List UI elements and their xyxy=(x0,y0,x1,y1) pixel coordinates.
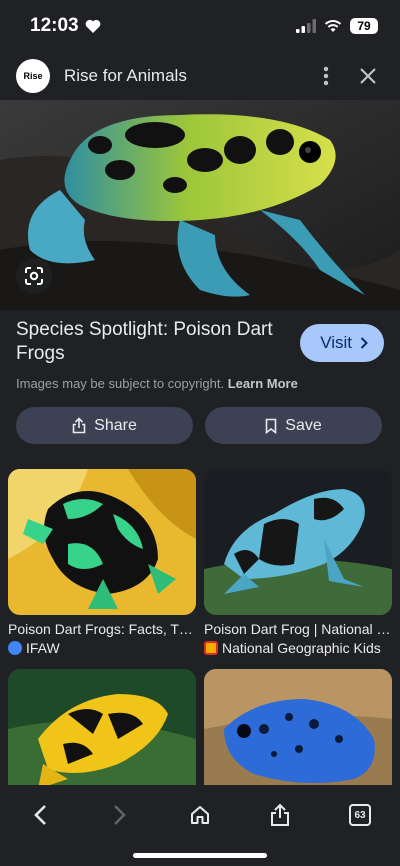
home-indicator xyxy=(133,853,267,858)
natgeo-favicon-icon xyxy=(204,641,218,655)
result-info: Species Spotlight: Poison Dart Frogs Vis… xyxy=(16,318,384,391)
visit-button[interactable]: Visit xyxy=(300,324,384,362)
signal-icon xyxy=(296,19,316,33)
wifi-icon xyxy=(324,20,342,32)
related-source[interactable]: National Geographic Kids xyxy=(204,640,392,656)
visit-label: Visit xyxy=(320,333,352,352)
poison-dart-frog-image xyxy=(0,100,400,310)
share-page-button[interactable] xyxy=(260,795,300,835)
title-row: Species Spotlight: Poison Dart Frogs Vis… xyxy=(16,318,384,366)
related-source-name: IFAW xyxy=(26,640,60,656)
close-icon xyxy=(360,68,376,84)
ifaw-favicon-icon xyxy=(8,641,22,655)
battery-level: 79 xyxy=(350,18,378,34)
google-lens-button[interactable] xyxy=(16,258,52,294)
close-button[interactable] xyxy=(352,60,384,92)
share-icon xyxy=(72,417,86,434)
status-time-group: 12:03 xyxy=(30,15,101,37)
copyright-text: Images may be subject to copyright. xyxy=(16,376,225,391)
status-bar: 12:03 79 xyxy=(0,0,400,52)
related-source-name: National Geographic Kids xyxy=(222,640,381,656)
hero-image[interactable] xyxy=(0,100,400,310)
action-row: Share Save xyxy=(16,407,382,444)
site-logo[interactable]: Rise xyxy=(16,59,50,93)
chevron-left-icon xyxy=(34,805,46,825)
share-label: Share xyxy=(94,416,137,434)
related-card[interactable]: Poison Dart Frogs: Facts, Threats & Cons… xyxy=(8,469,196,656)
forward-button[interactable] xyxy=(100,795,140,835)
save-label: Save xyxy=(285,416,322,434)
tab-switcher-button[interactable]: 63 xyxy=(340,795,380,835)
green-black-frog-image xyxy=(8,469,196,615)
related-title[interactable]: Poison Dart Frog | National Geographic K… xyxy=(204,621,392,637)
save-button[interactable]: Save xyxy=(205,407,382,444)
related-image[interactable] xyxy=(204,469,392,615)
bookmark-icon xyxy=(265,418,277,434)
result-title[interactable]: Species Spotlight: Poison Dart Frogs xyxy=(16,318,276,366)
home-button[interactable] xyxy=(180,795,220,835)
related-title[interactable]: Poison Dart Frogs: Facts, Threats & Cons… xyxy=(8,621,196,637)
related-source[interactable]: IFAW xyxy=(8,640,196,656)
source-header: Rise Rise for Animals xyxy=(0,52,400,100)
lens-icon xyxy=(25,267,43,285)
related-image[interactable] xyxy=(8,469,196,615)
chevron-right-icon xyxy=(114,805,126,825)
heart-icon xyxy=(85,19,100,33)
more-vert-icon xyxy=(323,66,329,86)
tab-count-icon: 63 xyxy=(349,804,371,826)
bottom-toolbar: 63 xyxy=(0,785,400,866)
chevron-right-icon xyxy=(360,337,368,349)
related-card[interactable]: Poison Dart Frog | National Geographic K… xyxy=(204,469,392,656)
learn-more-link[interactable]: Learn More xyxy=(228,376,298,391)
share-icon xyxy=(271,803,289,826)
status-indicators: 79 xyxy=(296,18,378,34)
blue-black-frog-image xyxy=(204,469,392,615)
back-button[interactable] xyxy=(20,795,60,835)
home-icon xyxy=(191,806,209,824)
more-options-button[interactable] xyxy=(310,60,342,92)
share-button[interactable]: Share xyxy=(16,407,193,444)
site-name[interactable]: Rise for Animals xyxy=(64,66,300,86)
copyright-notice: Images may be subject to copyright. Lear… xyxy=(16,376,384,391)
status-time: 12:03 xyxy=(30,15,79,36)
